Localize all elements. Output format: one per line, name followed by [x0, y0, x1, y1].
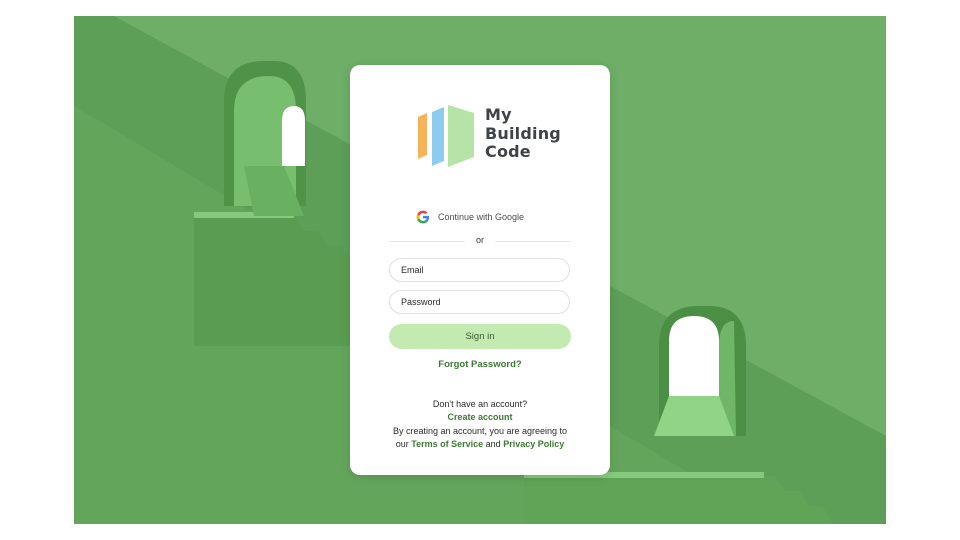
agreement-text: By creating an account, you are agreeing…	[392, 426, 568, 436]
and-text: and	[485, 439, 501, 449]
google-button-label: Continue with Google	[438, 212, 525, 222]
create-account-link[interactable]: Create account	[447, 412, 512, 422]
no-account-text: Don't have an account?	[432, 399, 528, 409]
google-icon	[416, 210, 430, 224]
terms-of-service-link[interactable]: Terms of Service	[411, 439, 483, 449]
continue-with-google-button[interactable]: Continue with Google	[416, 208, 548, 226]
login-card: My Building Code Continue with Google or…	[350, 65, 610, 475]
privacy-policy-link[interactable]: Privacy Policy	[503, 439, 564, 449]
divider-line-right	[495, 241, 571, 242]
brand-name-line1: My	[485, 105, 512, 124]
brand-name-line2: Building	[485, 123, 561, 143]
forgot-password-link[interactable]: Forgot Password?	[350, 359, 610, 370]
password-field[interactable]	[389, 290, 570, 314]
or-divider: or	[389, 235, 571, 247]
sign-in-button[interactable]: Sign in	[389, 324, 571, 349]
legal-links-row: our Terms of Service and Privacy Policy	[350, 439, 610, 449]
create-account-row: Create account	[350, 412, 610, 422]
or-label: or	[475, 235, 484, 245]
our-text: our	[395, 439, 409, 449]
brand-name: My Building Code	[485, 105, 561, 162]
brand-name-line3: Code	[485, 142, 531, 161]
logo-mark-icon	[418, 105, 474, 167]
brand-logo: My Building Code	[416, 103, 561, 169]
email-field[interactable]	[389, 258, 570, 282]
